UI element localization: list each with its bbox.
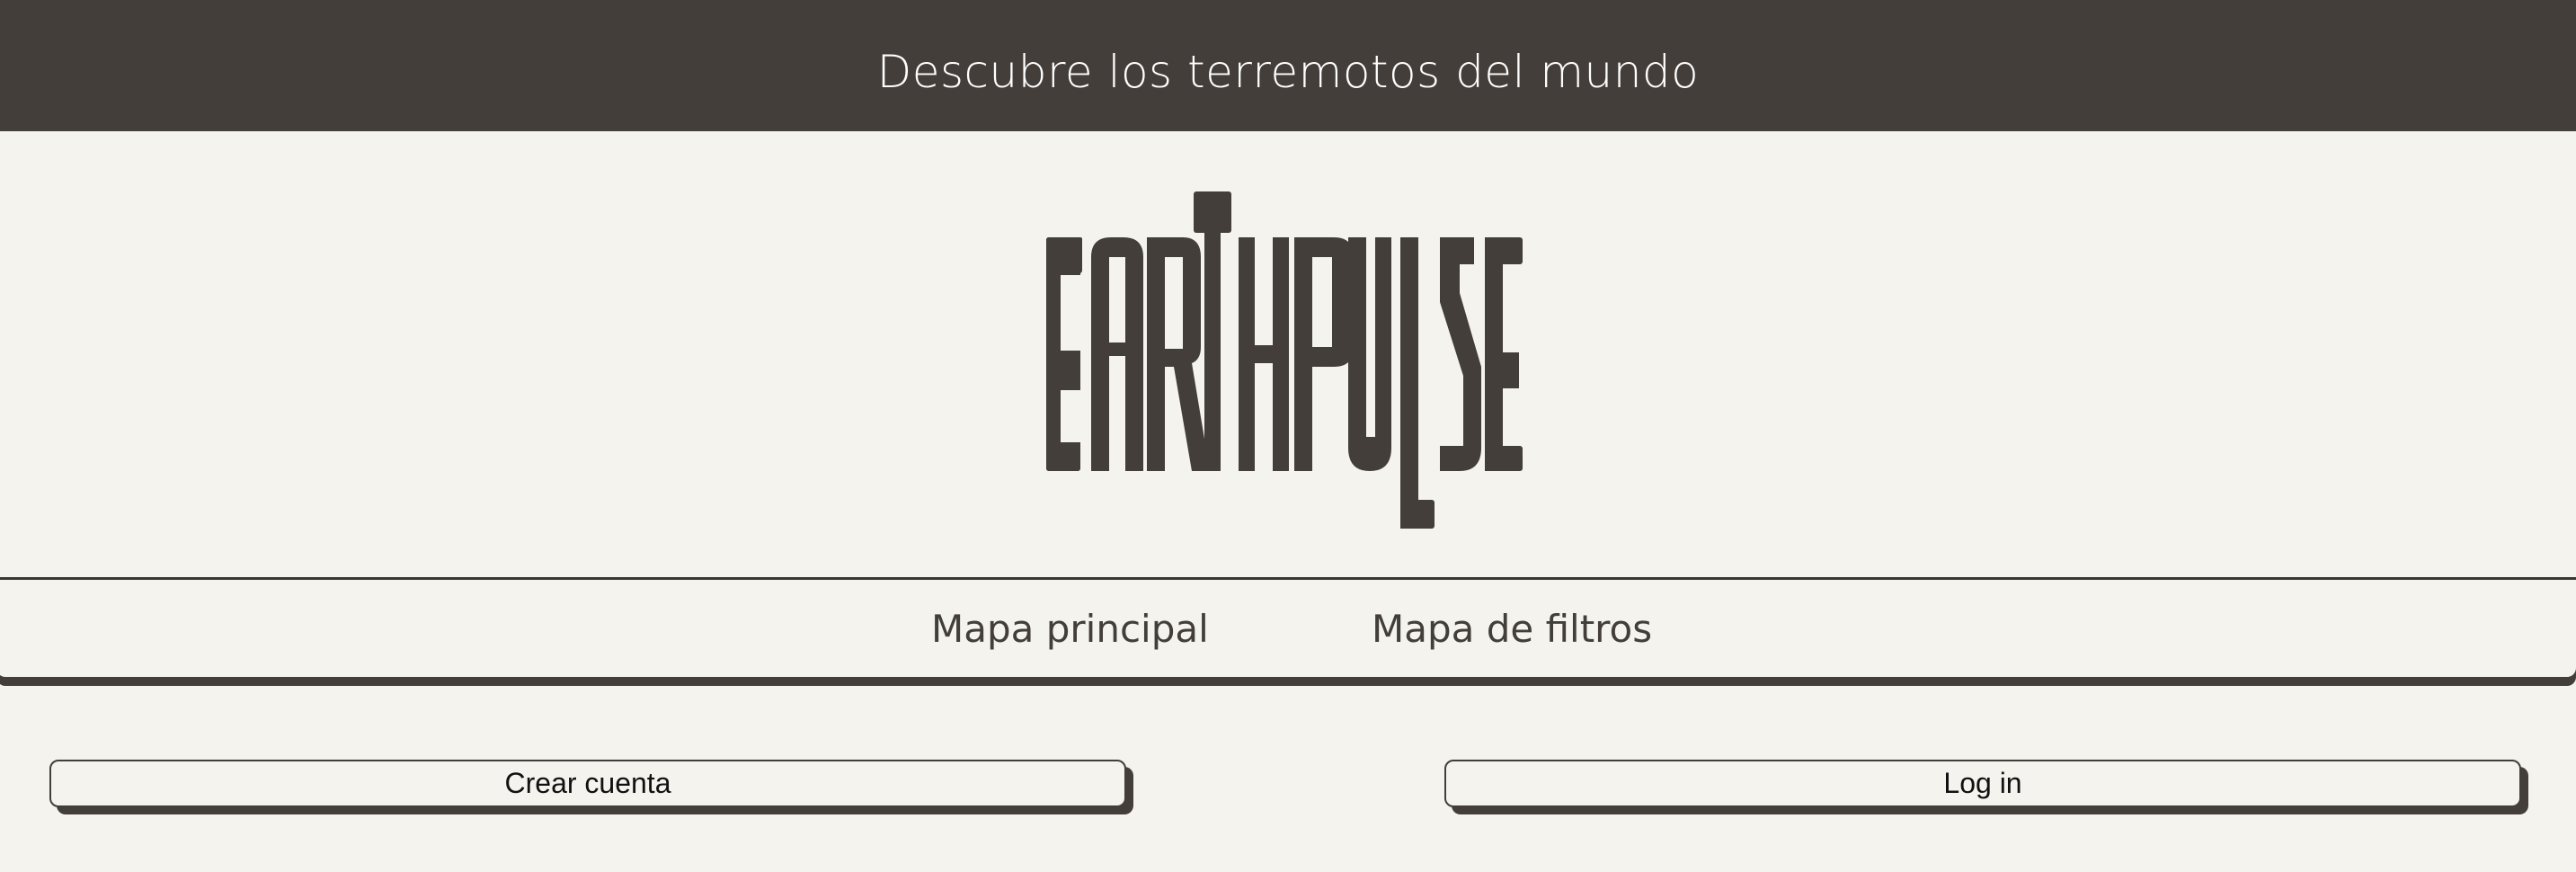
page: Descubre los terremotos del mundo Mapa p… (0, 0, 2576, 872)
login-button[interactable]: Log in (1444, 760, 2521, 807)
create-account-button[interactable]: Crear cuenta (49, 760, 1126, 807)
main-nav: Mapa principal Mapa de filtros (0, 577, 2576, 677)
top-banner: Descubre los terremotos del mundo (0, 0, 2576, 131)
earthpulse-logo (1046, 191, 1523, 529)
logo-area (0, 131, 2576, 578)
nav-link-main-map[interactable]: Mapa principal (931, 607, 1209, 651)
page-tagline: Descubre los terremotos del mundo (876, 46, 1700, 98)
nav-link-filter-map[interactable]: Mapa de filtros (1372, 607, 1652, 651)
